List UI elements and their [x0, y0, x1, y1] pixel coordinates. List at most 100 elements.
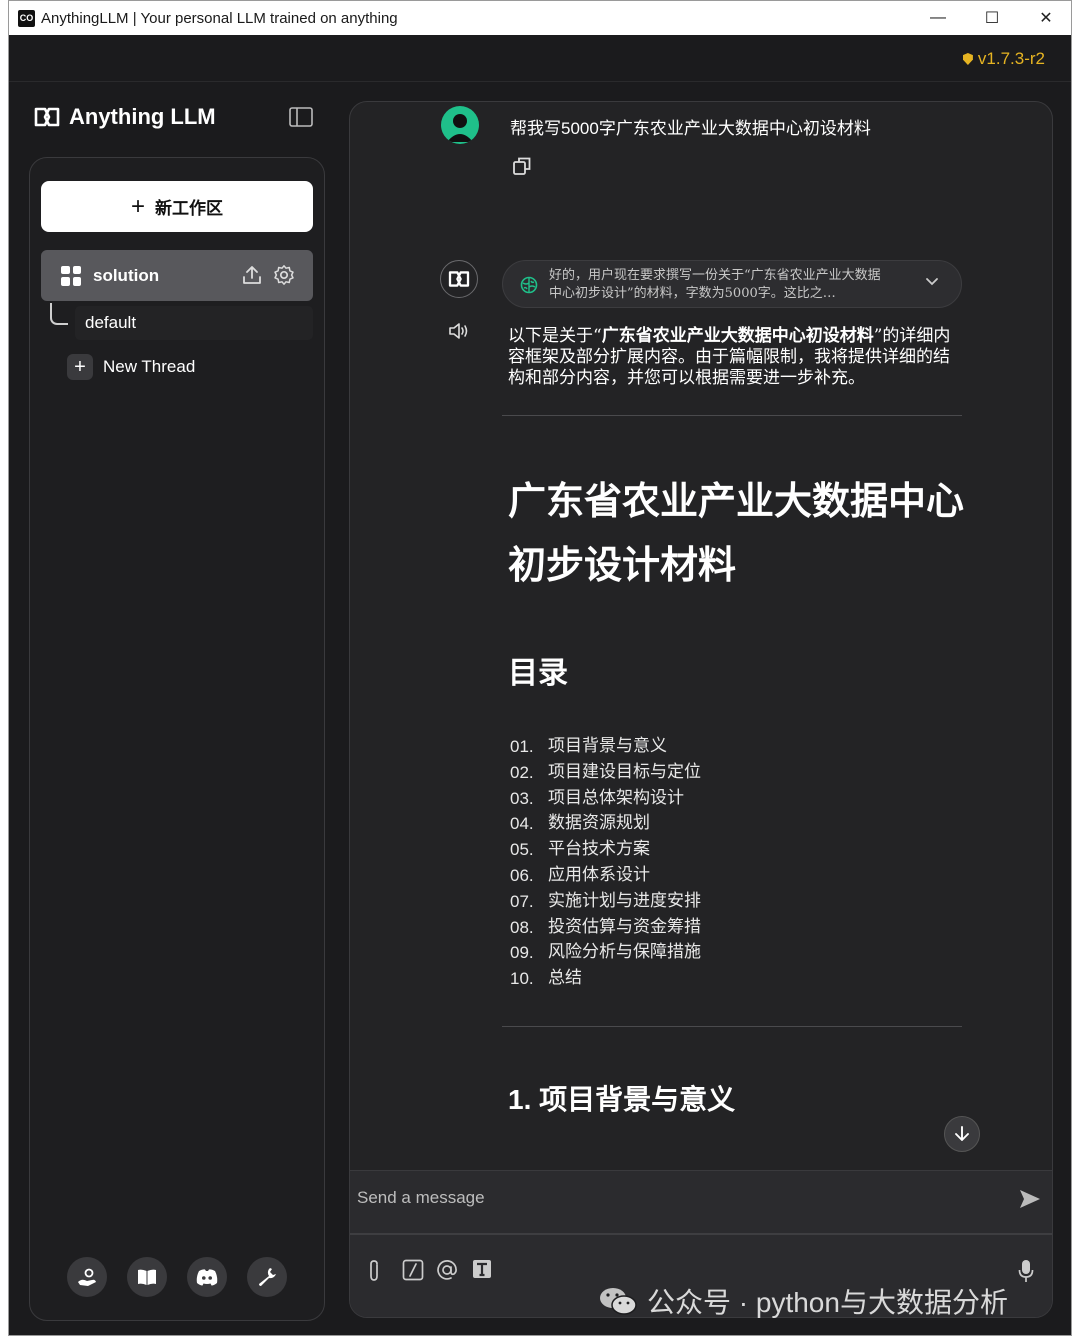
watermark-text: 公众号 · python与大数据分析 [647, 1287, 1008, 1318]
thread-label: default [85, 313, 137, 332]
speaker-icon[interactable] [448, 322, 470, 340]
section-heading: 1. 项目背景与意义 [508, 1084, 736, 1115]
toc-item-number: 05. [510, 840, 534, 860]
anythingllm-logo-icon [34, 107, 60, 127]
document-title-line: 广东省农业产业大数据中心 [508, 481, 965, 523]
scroll-to-bottom-button[interactable] [944, 1116, 980, 1152]
new-workspace-button[interactable]: + 新工作区 [41, 181, 313, 232]
gear-icon[interactable] [273, 264, 295, 286]
app-topbar: v1.7.3-r2 [9, 35, 1071, 82]
user-avatar-icon [447, 114, 473, 142]
document-title-line: 初步设计材料 [508, 545, 737, 587]
toc-item: 10. 总结 [510, 966, 701, 992]
toc-item-text: 数据资源规划 [548, 813, 650, 834]
reply-bold-text: 广东省农业产业大数据中心初设材料 [601, 326, 874, 346]
thread-item-default[interactable]: default [75, 306, 313, 340]
toc-item-number: 03. [510, 788, 534, 808]
composer-divider [350, 1233, 1052, 1235]
minimize-button[interactable]: — [911, 1, 965, 35]
window-titlebar: CO AnythingLLM | Your personal LLM train… [9, 1, 1071, 35]
thinking-summary[interactable]: 好的，用户现在要求撰写一份关于“广东省农业产业大数据 中心初步设计”的材料，字数… [502, 260, 962, 308]
toc-item: 08. 投资估算与资金筹措 [510, 915, 701, 941]
toc-item-text: 项目建设目标与定位 [548, 761, 701, 782]
workspace-item-solution[interactable]: solution [41, 250, 313, 301]
toc-item-text: 实施计划与进度安排 [548, 890, 701, 911]
microphone-icon[interactable] [1018, 1259, 1034, 1283]
toc-item: 02. 项目建设目标与定位 [510, 760, 701, 786]
toc-item-number: 07. [510, 891, 534, 911]
copy-icon[interactable] [512, 156, 532, 176]
toc-item-text: 项目总体架构设计 [548, 787, 684, 808]
thinking-text: 好的，用户现在要求撰写一份关于“广东省农业产业大数据 中心初步设计”的材料，字数… [549, 267, 909, 303]
toc-item: 09. 风险分析与保障措施 [510, 940, 701, 966]
at-mention-icon[interactable] [436, 1259, 458, 1281]
anythingllm-logo-icon [448, 271, 470, 287]
assistant-reply-intro: 以下是关于“广东省农业产业大数据中心初设材料”的详细内容框架及部分扩展内容。由于… [508, 326, 958, 389]
toc-item-number: 02. [510, 762, 534, 782]
settings-wrench-icon[interactable] [247, 1257, 287, 1297]
chat-panel: 帮我写5000字广东农业产业大数据中心初设材料 好的，用户现在要求撰写一份关于“… [349, 101, 1053, 1318]
document-title: 广东省农业产业大数据中心 初步设计材料 [508, 470, 968, 598]
app-logo-icon: CO [18, 9, 35, 27]
app-window: CO AnythingLLM | Your personal LLM train… [8, 0, 1072, 1336]
discord-icon[interactable] [187, 1257, 227, 1297]
toc-item-text: 平台技术方案 [548, 839, 650, 860]
toc-item-number: 08. [510, 917, 534, 937]
sidebar-toggle-icon[interactable] [289, 107, 313, 127]
toc-item: 06. 应用体系设计 [510, 863, 701, 889]
attachment-icon[interactable] [366, 1259, 382, 1283]
app-logo: Anything LLM [33, 104, 216, 130]
user-message: 帮我写5000字广东农业产业大数据中心初设材料 [510, 119, 871, 138]
arrow-down-icon [955, 1126, 969, 1141]
assistant-avatar [440, 260, 478, 298]
maximize-button[interactable]: ☐ [965, 1, 1019, 35]
toc-item-number: 01. [510, 737, 534, 756]
logo-text: Anything LLM [69, 104, 216, 129]
toc-item-text: 项目背景与意义 [548, 736, 667, 756]
user-avatar [441, 106, 479, 144]
wechat-icon [600, 1288, 637, 1315]
toc-item-text: 投资估算与资金筹措 [548, 916, 701, 937]
sidebar-footer [67, 1257, 287, 1297]
watermark: 公众号 · python与大数据分析 [599, 1281, 1008, 1321]
brain-icon [520, 276, 538, 294]
slash-command-icon[interactable] [402, 1259, 424, 1281]
toc-item: 07. 实施计划与进度安排 [510, 889, 701, 915]
message-input[interactable]: Send a message [357, 1188, 485, 1208]
plus-icon: + [67, 354, 93, 380]
text-format-icon[interactable] [472, 1259, 492, 1279]
toc-item-number: 10. [510, 969, 534, 989]
chevron-down-icon[interactable] [925, 277, 939, 287]
thinking-line: 好的，用户现在要求撰写一份关于“广东省农业产业大数据 [549, 268, 881, 283]
divider [502, 1026, 962, 1027]
version-badge[interactable]: v1.7.3-r2 [962, 49, 1045, 69]
window-title: AnythingLLM | Your personal LLM trained … [41, 9, 398, 27]
new-thread-label: New Thread [103, 357, 196, 376]
new-thread-button[interactable]: + New Thread [67, 354, 195, 380]
shield-icon [962, 53, 973, 65]
version-label: v1.7.3-r2 [977, 49, 1045, 68]
thread-connector [50, 303, 68, 325]
toc-item-text: 总结 [548, 968, 582, 989]
plus-icon: + [130, 192, 145, 220]
toc-item: 04. 数据资源规划 [510, 811, 701, 837]
toc-item: 01. 项目背景与意义 [510, 734, 701, 760]
workspace-name: solution [93, 265, 160, 285]
toc-heading: 目录 [508, 657, 568, 690]
community-hub-icon[interactable] [67, 1257, 107, 1297]
send-icon[interactable] [1018, 1187, 1042, 1211]
toc-item-number: 04. [510, 814, 534, 834]
toc-item: 03. 项目总体架构设计 [510, 786, 701, 812]
upload-icon[interactable] [241, 264, 263, 286]
toc-item: 05. 平台技术方案 [510, 837, 701, 863]
toc-item-number: 09. [510, 943, 534, 963]
close-button[interactable]: ✕ [1019, 1, 1071, 35]
divider [502, 415, 962, 416]
toc-item-text: 风险分析与保障措施 [548, 942, 701, 963]
toc-item-number: 06. [510, 865, 534, 885]
workspace-grid-icon [61, 265, 81, 286]
toc-item-text: 应用体系设计 [548, 864, 650, 885]
docs-book-icon[interactable] [127, 1257, 167, 1297]
new-workspace-label: 新工作区 [155, 199, 223, 218]
table-of-contents: 01. 项目背景与意义 02. 项目建设目标与定位 03. 项目总体架构设计 04. 数据资源… [510, 734, 701, 992]
